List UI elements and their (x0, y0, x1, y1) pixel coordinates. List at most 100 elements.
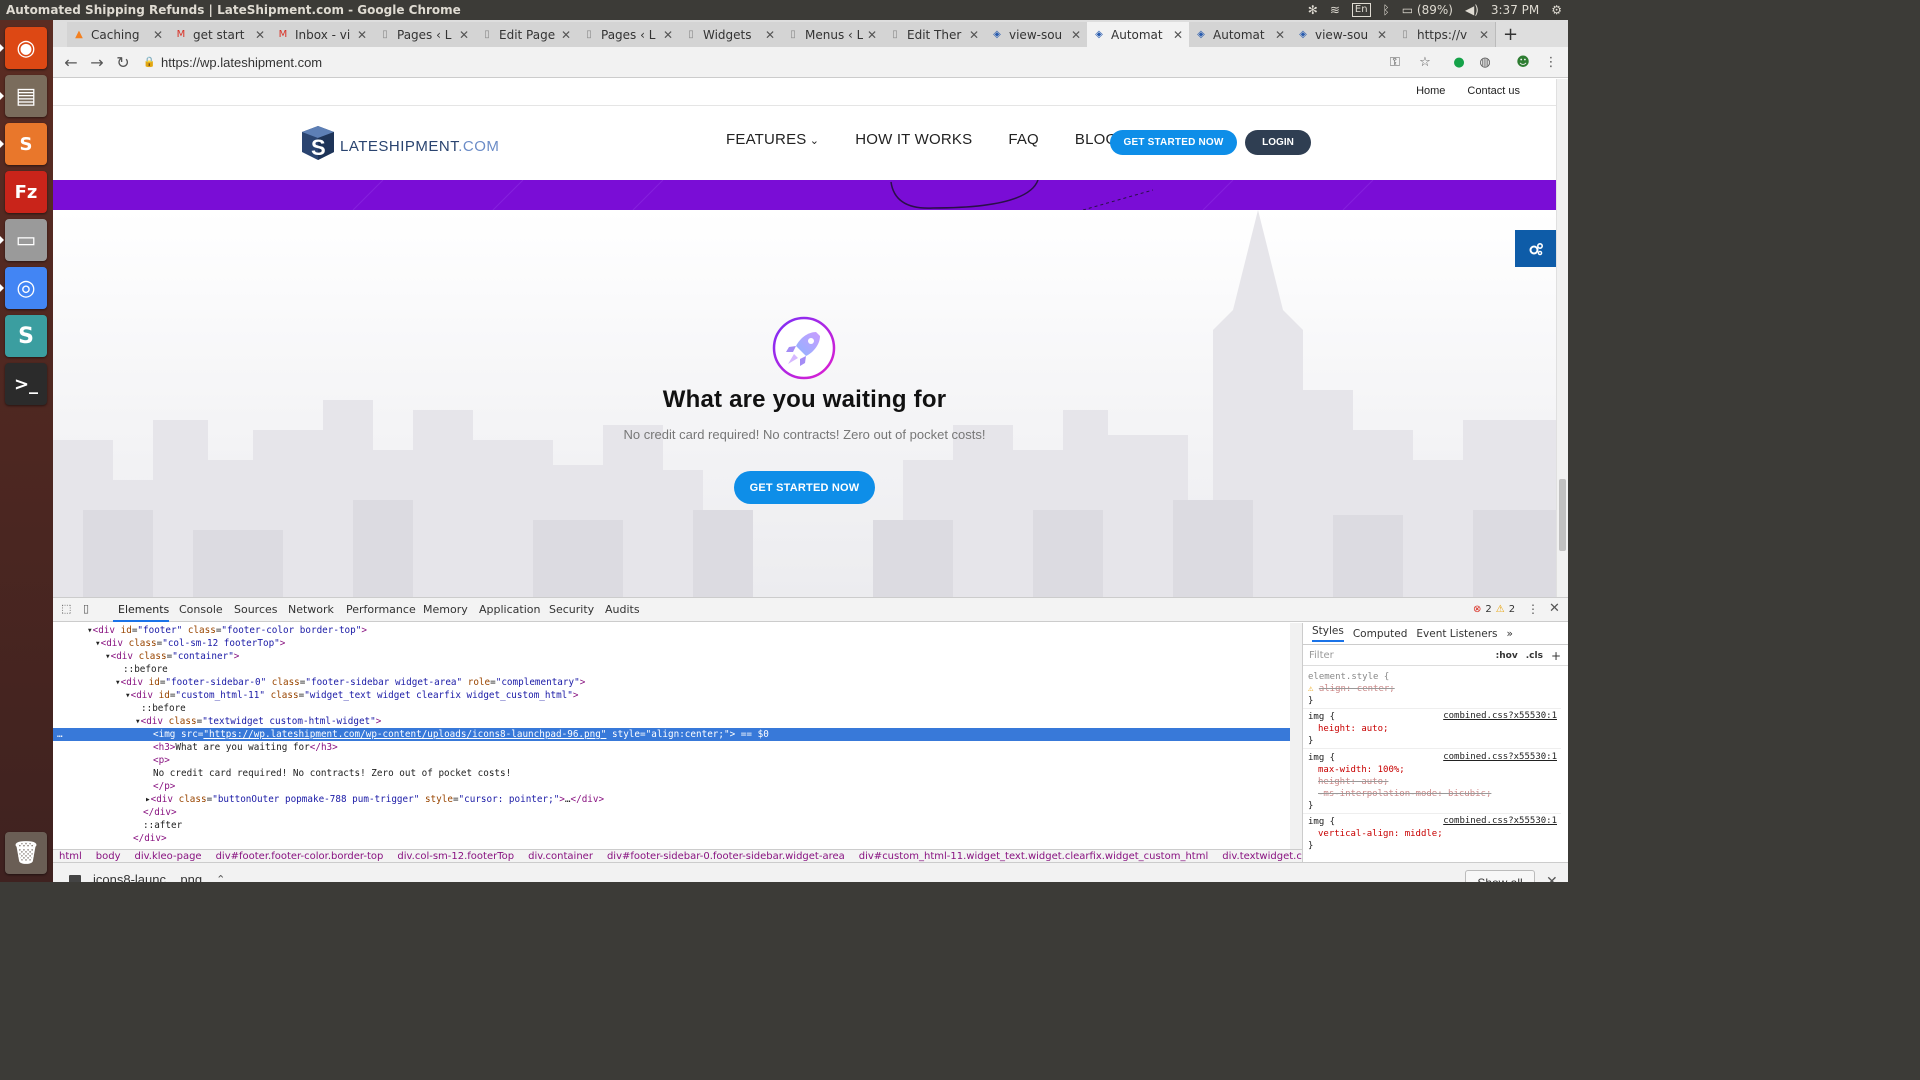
address-bar[interactable]: 🔒 https://wp.lateshipment.com (143, 50, 1433, 74)
dom-node[interactable]: ▾<div id="footer" class="footer-color bo… (53, 624, 1290, 637)
breadcrumb-item[interactable]: html (59, 851, 82, 862)
sublime-text-icon[interactable]: S (5, 123, 47, 165)
browser-tab[interactable]: ▯ https://v ✕ (1393, 22, 1496, 47)
tab-close-icon[interactable]: ✕ (1275, 28, 1285, 42)
cta-get-started-button[interactable]: GET STARTED NOW (734, 471, 875, 504)
tab-close-icon[interactable]: ✕ (255, 28, 265, 42)
dom-node[interactable]: </div> (53, 806, 1290, 819)
dom-node[interactable]: </div> (53, 832, 1290, 845)
chrome-icon[interactable]: ◎ (5, 267, 47, 309)
dom-node[interactable]: ▾<div class="col-sm-12 footerTop"> (53, 637, 1290, 650)
download-item[interactable]: icons8-launc....png ⌃ (69, 872, 225, 882)
keyboard-layout-indicator[interactable]: En (1351, 3, 1371, 17)
dom-node[interactable]: ::before (53, 663, 1290, 676)
reload-button[interactable]: ↻ (113, 52, 133, 72)
show-all-downloads-button[interactable]: Show all (1465, 870, 1535, 882)
top-link-contact-us[interactable]: Contact us (1467, 85, 1520, 97)
tab-close-icon[interactable]: ✕ (1479, 28, 1489, 42)
terminal-icon[interactable]: >_ (5, 363, 47, 405)
tab-close-icon[interactable]: ✕ (1071, 28, 1081, 42)
chevron-up-icon[interactable]: ⌃ (216, 873, 225, 882)
back-button[interactable]: ← (61, 52, 81, 72)
volume-icon[interactable]: ◀) (1465, 3, 1479, 17)
header-get-started-button[interactable]: GET STARTED NOW (1110, 130, 1237, 155)
bluetooth-icon[interactable]: ᛒ (1383, 3, 1390, 17)
hov-toggle[interactable]: :hov (1496, 651, 1518, 661)
session-gear-icon[interactable]: ⚙ (1551, 3, 1562, 17)
img-rule-source-link[interactable]: combined.css?x55530:1 (1443, 752, 1557, 762)
img-rule-prop[interactable]: vertical-align: middle; (1308, 828, 1443, 840)
devtools-tab-performance[interactable]: Performance (346, 603, 416, 616)
devtools-tab-elements[interactable]: Elements (118, 603, 169, 616)
wifi-icon[interactable]: ≋ (1330, 3, 1340, 17)
browser-tab[interactable]: ◈ Automat ✕ (1087, 22, 1190, 47)
devtools-menu-icon[interactable]: ⋮ (1527, 602, 1539, 616)
browser-tab[interactable]: ▯ Edit Ther ✕ (883, 22, 986, 47)
new-rule-icon[interactable]: + (1551, 649, 1561, 663)
breadcrumb-item[interactable]: div.textwidget.custom-html-widget (1222, 851, 1302, 862)
tab-close-icon[interactable]: ✕ (153, 28, 163, 42)
tab-close-icon[interactable]: ✕ (765, 28, 775, 42)
img-rule-prop[interactable]: height: auto; (1308, 723, 1388, 735)
dom-tree-scrollbar[interactable] (1290, 623, 1302, 849)
tab-close-icon[interactable]: ✕ (867, 28, 877, 42)
battery-indicator[interactable]: ▭ (89%) (1402, 3, 1453, 17)
devtools-close-icon[interactable]: ✕ (1549, 601, 1560, 616)
extension-icon[interactable]: ◍ (1477, 54, 1493, 70)
cls-toggle[interactable]: .cls (1526, 651, 1543, 661)
dom-node-selected[interactable]: … <img src="https://wp.lateshipment.com/w… (53, 728, 1290, 741)
styles-tab-event-listeners[interactable]: Event Listeners (1416, 628, 1497, 640)
new-tab-button[interactable]: + (1503, 24, 1518, 45)
profile-avatar-icon[interactable]: ☻ (1515, 54, 1531, 70)
breadcrumb-item[interactable]: div#footer.footer-color.border-top (216, 851, 384, 862)
nav-faq[interactable]: FAQ (1008, 131, 1039, 148)
inspect-element-icon[interactable]: ⬚ (61, 602, 71, 615)
nav-features[interactable]: FEATURES ⌄ (726, 131, 819, 148)
breadcrumb-item[interactable]: body (96, 851, 121, 862)
browser-tab[interactable]: ▯ Widgets ✕ (679, 22, 782, 47)
nav-how-it-works[interactable]: HOW IT WORKS (855, 131, 972, 148)
forward-button[interactable]: → (87, 52, 107, 72)
tab-close-icon[interactable]: ✕ (969, 28, 979, 42)
slack-icon[interactable]: S (5, 315, 47, 357)
breadcrumb-item[interactable]: div.kleo-page (135, 851, 202, 862)
tab-close-icon[interactable]: ✕ (561, 28, 571, 42)
login-button[interactable]: LOGIN (1245, 130, 1311, 155)
devtools-tab-security[interactable]: Security (549, 603, 594, 616)
dom-node[interactable]: No credit card required! No contracts! Z… (53, 767, 1290, 780)
filezilla-icon[interactable]: Fz (5, 171, 47, 213)
img-rule-source-link[interactable]: combined.css?x55530:1 (1443, 816, 1557, 826)
browser-tab[interactable]: ◈ Automat ✕ (1189, 22, 1292, 47)
browser-tab[interactable]: M Inbox - vi ✕ (271, 22, 374, 47)
disk-icon[interactable]: ▭ (5, 219, 47, 261)
dom-node[interactable]: ::before (53, 702, 1290, 715)
dom-node[interactable]: <h3>What are you waiting for</h3> (53, 741, 1290, 754)
styles-tab-computed[interactable]: Computed (1353, 628, 1408, 640)
breadcrumb-item[interactable]: div.container (528, 851, 593, 862)
breadcrumb-item[interactable]: div#footer-sidebar-0.footer-sidebar.widg… (607, 851, 845, 862)
tab-close-icon[interactable]: ✕ (1173, 28, 1183, 42)
browser-tab[interactable]: Mget start ✕ (169, 22, 272, 47)
tab-close-icon[interactable]: ✕ (1377, 28, 1387, 42)
clock[interactable]: 3:37 PM (1491, 3, 1539, 17)
device-toolbar-icon[interactable]: ▯ (83, 602, 89, 615)
breadcrumb-item[interactable]: div#custom_html-11.widget_text.widget.cl… (859, 851, 1208, 862)
page-scrollbar-thumb[interactable] (1559, 479, 1566, 551)
devtools-tab-sources[interactable]: Sources (234, 603, 278, 616)
styles-tab-more[interactable]: » (1507, 628, 1513, 640)
site-logo[interactable]: S LATESHIPMENT.COM (298, 124, 499, 162)
browser-tab[interactable]: ▲ Caching ✕ (67, 22, 170, 47)
files-icon[interactable]: ▤ (5, 75, 47, 117)
settings-gear-icon[interactable]: ✻ (1308, 3, 1318, 17)
dom-node[interactable]: ::after (53, 819, 1290, 832)
bookmark-star-icon[interactable]: ☆ (1417, 54, 1433, 70)
trash-icon[interactable]: 🗑 (5, 832, 47, 874)
error-warning-counter[interactable]: ⊗ 2 ⚠ 2 (1473, 604, 1515, 615)
grammarly-icon[interactable]: ● (1451, 54, 1467, 70)
browser-tab[interactable]: ▯ Edit Page ✕ (475, 22, 578, 47)
ubuntu-dash-icon[interactable]: ◉ (5, 27, 47, 69)
styles-tab-styles[interactable]: Styles (1312, 625, 1344, 642)
devtools-tab-audits[interactable]: Audits (605, 603, 640, 616)
img-rule-prop-overridden[interactable]: -ms-interpolation-mode: bicubic; (1308, 788, 1491, 800)
tab-close-icon[interactable]: ✕ (357, 28, 367, 42)
